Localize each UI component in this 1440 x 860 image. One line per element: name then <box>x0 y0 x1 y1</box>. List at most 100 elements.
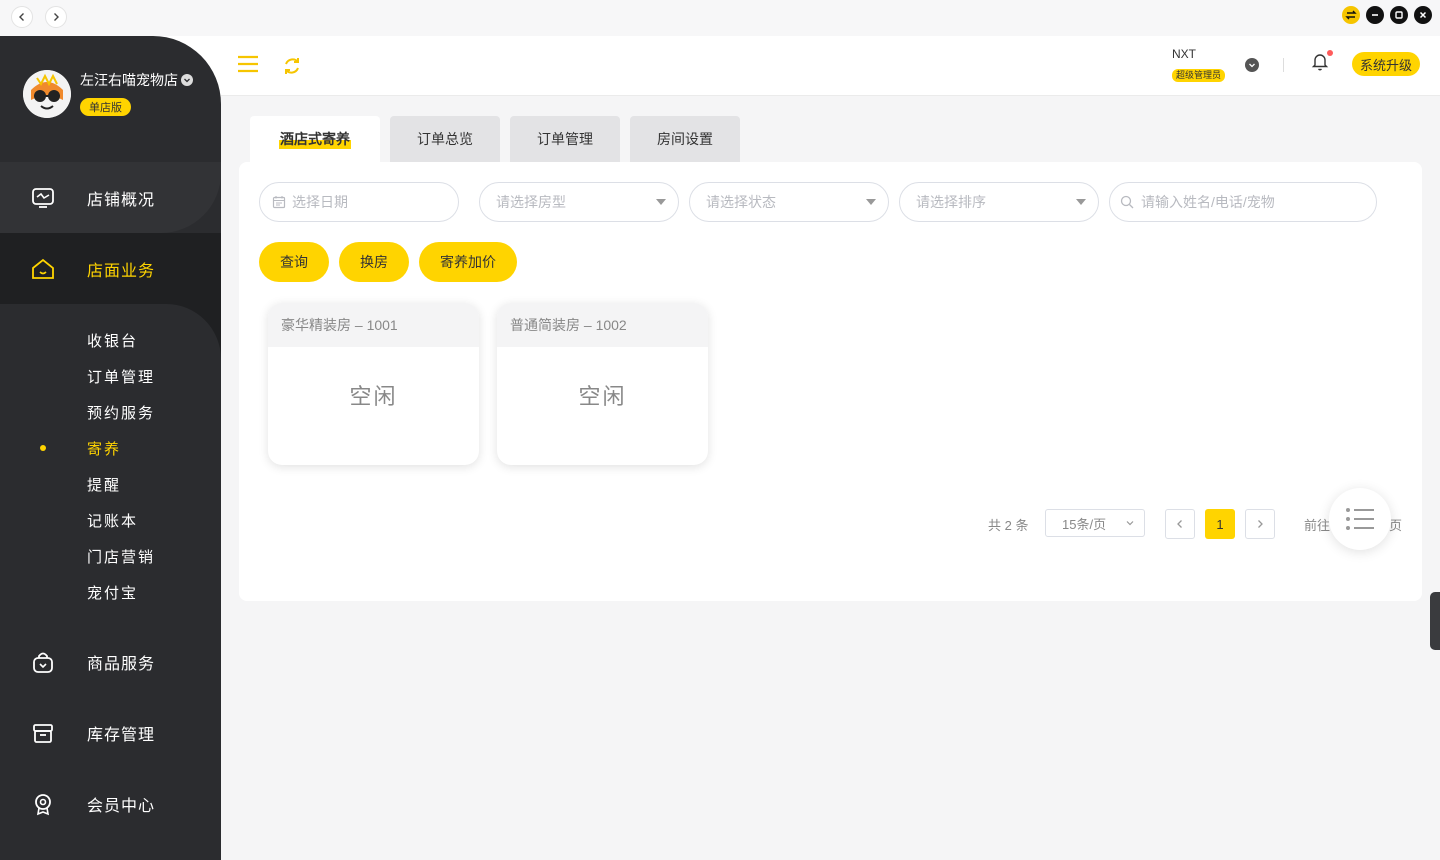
change-room-button[interactable]: 换房 <box>339 242 409 282</box>
status-select[interactable]: 请选择状态 <box>689 182 889 222</box>
room-title: 普通简装房 – 1002 <box>497 303 708 347</box>
upgrade-button[interactable]: 系统升级 <box>1352 52 1420 76</box>
date-picker[interactable]: 选择日期 <box>259 182 459 222</box>
notification-dot <box>1327 50 1333 56</box>
tab-order-overview[interactable]: 订单总览 <box>390 116 500 162</box>
sidebar-item-overview[interactable]: 店铺概况 <box>0 162 221 233</box>
sort-placeholder: 请选择排序 <box>916 194 986 210</box>
close-icon <box>1419 11 1427 19</box>
sidebar: 左汪右喵宠物店 单店版 店铺概况 店面业务 收银台 订单管理 预约服务 寄养 提… <box>0 36 221 860</box>
bell-icon[interactable] <box>1311 52 1329 72</box>
close-button[interactable] <box>1414 6 1432 24</box>
chevron-down-icon <box>1249 63 1255 68</box>
room-status: 空闲 <box>349 384 398 409</box>
next-page-button[interactable] <box>1245 509 1275 539</box>
member-icon <box>35 793 51 815</box>
sidebar-item-inventory[interactable]: 库存管理 <box>0 697 221 768</box>
user-name: NXT <box>1172 47 1196 61</box>
sidebar-item-label: 商品服务 <box>87 655 156 673</box>
date-placeholder: 选择日期 <box>292 194 348 210</box>
sidebar-item-label: 库存管理 <box>87 726 156 744</box>
caret-down-icon <box>656 199 666 205</box>
page-size-select[interactable]: 15条/页 <box>1045 509 1145 537</box>
minimize-button[interactable] <box>1366 6 1384 24</box>
tab-order-management[interactable]: 订单管理 <box>510 116 620 162</box>
refresh-icon[interactable] <box>282 56 302 76</box>
chevron-left-icon <box>1177 520 1182 528</box>
sub-item-cashier[interactable]: 收银台 <box>87 330 138 351</box>
shop-logo-icon <box>23 70 71 118</box>
tab-label: 订单管理 <box>537 131 593 147</box>
box-icon <box>33 723 53 743</box>
list-icon <box>1346 508 1374 530</box>
tab-label: 房间设置 <box>657 131 713 147</box>
chevron-right-icon <box>1258 520 1263 528</box>
back-button[interactable] <box>11 6 33 28</box>
chevron-down-icon <box>1126 521 1134 526</box>
avatar[interactable] <box>23 70 71 118</box>
side-drawer-handle[interactable] <box>1430 592 1440 650</box>
prev-page-button[interactable] <box>1165 509 1195 539</box>
surcharge-button[interactable]: 寄养加价 <box>419 242 517 282</box>
room-type-placeholder: 请选择房型 <box>496 194 566 210</box>
user-menu-button[interactable] <box>1245 58 1259 72</box>
top-header: NXT 超级管理员 系统升级 <box>221 36 1440 96</box>
tab-room-settings[interactable]: 房间设置 <box>630 116 740 162</box>
sub-item-boarding[interactable]: 寄养 <box>87 438 121 459</box>
edition-badge: 单店版 <box>80 98 131 116</box>
chevron-down-icon <box>181 74 193 86</box>
tab-label: 订单总览 <box>417 131 473 147</box>
bag-icon <box>33 652 53 673</box>
status-placeholder: 请选择状态 <box>706 194 776 210</box>
sub-item-ledger[interactable]: 记账本 <box>87 510 138 531</box>
shop-name-label: 左汪右喵宠物店 <box>80 72 178 88</box>
tab-hotel-boarding[interactable]: 酒店式寄养 <box>250 116 380 162</box>
query-button[interactable]: 查询 <box>259 242 329 282</box>
menu-toggle-icon[interactable] <box>237 55 259 73</box>
caret-down-icon <box>866 199 876 205</box>
forward-button[interactable] <box>45 6 67 28</box>
goto-label: 前往 <box>1304 518 1331 533</box>
caret-down-icon <box>1076 199 1086 205</box>
sub-item-marketing[interactable]: 门店营销 <box>87 546 155 567</box>
user-role-badge: 超级管理员 <box>1172 69 1226 82</box>
swap-icon <box>1345 10 1357 20</box>
chevron-right-icon <box>54 13 59 21</box>
switch-window-button[interactable] <box>1342 6 1360 24</box>
content-panel: 选择日期 请选择房型 请选择状态 请选择排序 请输入姓名/电话/宠物 查询 换房… <box>239 162 1422 601</box>
pagination-total: 共 2 条 <box>988 518 1029 533</box>
active-indicator-dot <box>40 445 46 451</box>
sort-select[interactable]: 请选择排序 <box>899 182 1099 222</box>
room-card[interactable]: 普通简装房 – 1002 空闲 <box>497 303 708 465</box>
calendar-icon <box>272 196 286 209</box>
header-divider <box>1283 58 1284 72</box>
search-placeholder: 请输入姓名/电话/宠物 <box>1141 194 1275 210</box>
search-input[interactable]: 请输入姓名/电话/宠物 <box>1109 182 1377 222</box>
sidebar-item-label: 会员中心 <box>87 797 156 815</box>
sidebar-item-products[interactable]: 商品服务 <box>0 626 221 697</box>
tab-label: 酒店式寄养 <box>279 129 351 149</box>
sidebar-item-store-business[interactable]: 店面业务 <box>0 233 221 304</box>
sub-item-reminders[interactable]: 提醒 <box>87 474 121 495</box>
sub-item-orders[interactable]: 订单管理 <box>87 366 155 387</box>
room-title: 豪华精装房 – 1001 <box>268 303 479 347</box>
sub-item-appointments[interactable]: 预约服务 <box>87 402 155 423</box>
sub-item-chongfubao[interactable]: 宠付宝 <box>87 582 138 603</box>
search-icon <box>1120 195 1134 209</box>
dashboard-icon <box>32 187 54 208</box>
room-status: 空闲 <box>578 384 627 409</box>
sidebar-item-label: 店铺概况 <box>87 191 156 209</box>
home-icon <box>32 258 54 279</box>
room-card[interactable]: 豪华精装房 – 1001 空闲 <box>268 303 479 465</box>
sidebar-item-label: 店面业务 <box>87 262 156 280</box>
chevron-left-icon <box>19 13 24 21</box>
page-number[interactable]: 1 <box>1205 509 1235 539</box>
maximize-button[interactable] <box>1390 6 1408 24</box>
floating-list-button[interactable] <box>1329 488 1391 550</box>
maximize-icon <box>1395 11 1403 19</box>
minimize-icon <box>1372 14 1378 16</box>
room-type-select[interactable]: 请选择房型 <box>479 182 679 222</box>
sidebar-item-members[interactable]: 会员中心 <box>0 768 221 839</box>
window-titlebar <box>0 0 1440 36</box>
shop-name[interactable]: 左汪右喵宠物店 <box>80 70 193 90</box>
